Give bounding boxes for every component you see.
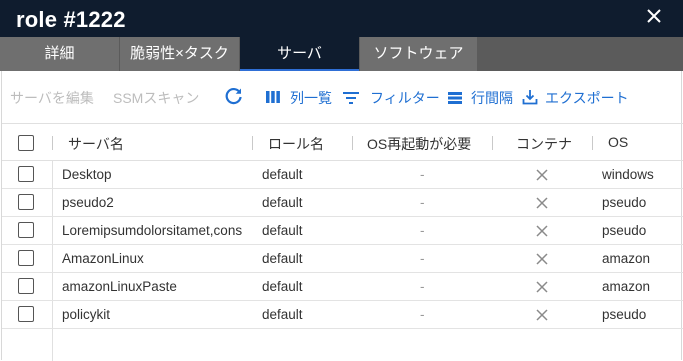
cell-role-name: default [262, 223, 303, 238]
table-row[interactable]: Desktop default - windows [2, 161, 683, 189]
table-header: サーバ名 ロール名 OS再起動が必要 コンテナ OS [2, 123, 683, 161]
cell-os: pseudo [602, 223, 647, 238]
x-icon [536, 225, 548, 237]
cell-reboot-required: - [420, 195, 425, 210]
table-row[interactable]: policykit default - pseudo [2, 301, 683, 329]
cell-os: windows [602, 167, 654, 182]
row-checkbox[interactable] [18, 250, 34, 266]
cell-server-name[interactable]: Loremipsumdolorsitamet,cons [62, 223, 258, 238]
cell-os: pseudo [602, 307, 647, 322]
cell-os: pseudo [602, 195, 647, 210]
cell-server-name[interactable]: amazonLinuxPaste [62, 279, 258, 294]
header-os[interactable]: OS [608, 134, 628, 150]
cell-role-name: default [262, 279, 303, 294]
header-container[interactable]: コンテナ [516, 134, 572, 154]
x-icon [536, 169, 548, 181]
cell-server-name[interactable]: Desktop [62, 167, 258, 182]
header-role-name[interactable]: ロール名 [268, 134, 324, 154]
servers-panel: サーバを編集 SSMスキャン 列一覧 フィルター 行間隔 エクスポート サーバ名… [1, 71, 683, 361]
select-all-checkbox[interactable] [18, 135, 34, 151]
x-icon [536, 197, 548, 209]
tab-details[interactable]: 詳細 [0, 37, 120, 71]
cell-server-name[interactable]: policykit [62, 307, 258, 322]
cell-server-name[interactable]: AmazonLinux [62, 251, 258, 266]
toolbar: サーバを編集 SSMスキャン 列一覧 フィルター 行間隔 エクスポート [2, 71, 683, 123]
tab-servers[interactable]: サーバ [240, 37, 360, 71]
refresh-icon[interactable] [224, 86, 244, 106]
columns-button[interactable]: 列一覧 [290, 88, 332, 108]
density-icon [448, 92, 462, 104]
table-row[interactable]: pseudo2 default - pseudo [2, 189, 683, 217]
export-button[interactable]: エクスポート [545, 88, 629, 108]
header-server-name[interactable]: サーバ名 [68, 134, 124, 154]
filter-icon [343, 92, 359, 104]
export-icon [522, 90, 538, 105]
cell-role-name: default [262, 307, 303, 322]
close-icon[interactable] [643, 3, 665, 29]
cell-server-name[interactable]: pseudo2 [62, 195, 258, 210]
x-icon [536, 309, 548, 321]
table-row[interactable]: amazonLinuxPaste default - amazon [2, 273, 683, 301]
cell-role-name: default [262, 167, 303, 182]
tab-software[interactable]: ソフトウェア [360, 37, 478, 71]
edit-servers-button[interactable]: サーバを編集 [10, 88, 94, 108]
table-row[interactable]: Loremipsumdolorsitamet,cons default - pseud… [2, 217, 683, 245]
x-icon [536, 281, 548, 293]
filter-button[interactable]: フィルター [370, 88, 440, 108]
cell-reboot-required: - [420, 223, 425, 238]
row-checkbox[interactable] [18, 166, 34, 182]
density-button[interactable]: 行間隔 [471, 88, 513, 108]
tab-bar: 詳細 脆弱性×タスク サーバ ソフトウェア [0, 37, 683, 71]
dialog-title: role #1222 [16, 7, 126, 32]
row-checkbox[interactable] [18, 222, 34, 238]
cell-role-name: default [262, 251, 303, 266]
columns-icon [266, 91, 280, 103]
cell-reboot-required: - [420, 167, 425, 182]
row-checkbox[interactable] [18, 194, 34, 210]
row-checkbox[interactable] [18, 306, 34, 322]
row-checkbox[interactable] [18, 278, 34, 294]
cell-role-name: default [262, 195, 303, 210]
cell-reboot-required: - [420, 279, 425, 294]
table-row[interactable]: AmazonLinux default - amazon [2, 245, 683, 273]
cell-reboot-required: - [420, 251, 425, 266]
cell-os: amazon [602, 251, 651, 266]
ssm-scan-button[interactable]: SSMスキャン [113, 88, 199, 108]
cell-reboot-required: - [420, 307, 425, 322]
header-reboot-required[interactable]: OS再起動が必要 [367, 134, 471, 154]
dialog-titlebar: role #1222 [0, 0, 683, 37]
tab-vulnerability-tasks[interactable]: 脆弱性×タスク [120, 37, 240, 71]
x-icon [536, 253, 548, 265]
cell-os: amazon [602, 279, 651, 294]
